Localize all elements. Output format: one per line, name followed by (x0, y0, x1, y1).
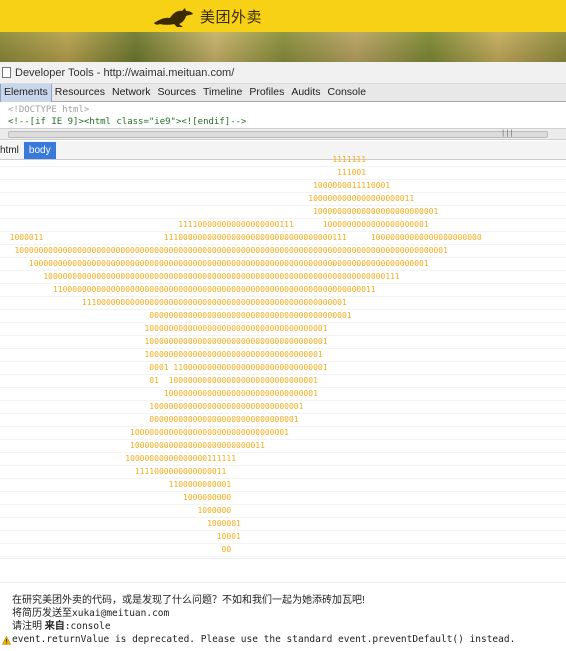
site-header: 美团外卖 (0, 0, 566, 32)
devtools-window-icon (2, 67, 11, 78)
ascii-art-line: 10000000000000000000000000000000000001 (0, 336, 566, 349)
ascii-art-line: 01 1000000000000000000000000000001 (0, 375, 566, 388)
note-suffix: :console (64, 621, 111, 632)
brand-logo[interactable]: 美团外卖 (152, 2, 262, 30)
ascii-art-line: 10000000000000000000000001 (0, 206, 566, 219)
ascii-art-line: 1000000000000000000000000000000000001 (0, 349, 566, 362)
ascii-art-line: 1000000000000000000000000011 (0, 440, 566, 453)
ascii-art-line: 10000000000000000000000000000000000001 (0, 323, 566, 336)
ascii-art-line: 10000000000000000000000000000001 (0, 401, 566, 414)
conditional-comment-line[interactable]: <!--[if IE 9]><html class="ie9"><![endif… (8, 116, 566, 128)
warning-triangle-icon (2, 636, 11, 645)
ascii-art-line: 10001 (0, 531, 566, 544)
ascii-art-line: 1000011 11100000000000000000000000000000… (0, 232, 566, 245)
ascii-art-line: 1100000000001 (0, 479, 566, 492)
ascii-art-line: 1111111 (0, 154, 566, 167)
tab-profiles[interactable]: Profiles (246, 84, 288, 102)
devtools-tab-bar: Elements Resources Network Sources Timeline P… (0, 84, 566, 102)
ascii-art-line: 1110000000000000000000000000000000000000… (0, 297, 566, 310)
scrollbar-grip-icon: ||| (501, 129, 514, 137)
console-separator (0, 558, 566, 559)
ascii-art-line: 111100000000000000000111 100000000000000… (0, 219, 566, 232)
console-warning: event.returnValue is deprecated. Please … (12, 634, 516, 645)
site-banner-image (0, 32, 566, 62)
tab-elements[interactable]: Elements (0, 84, 52, 102)
ascii-art-line: 1000000000000000000000000000000000000000… (0, 258, 566, 271)
note-bold: 来自 (44, 621, 65, 632)
ascii-art-line: 1000001 (0, 518, 566, 531)
devtools-titlebar: Developer Tools - http://waimai.meituan.… (0, 62, 566, 84)
ascii-art-line: 0001 11000000000000000000000000000001 (0, 362, 566, 375)
console-output: 1111111 111001 1000000011110001 10000000… (0, 156, 566, 651)
console-message-recruit: 在研究美团外卖的代码，或是发现了什么问题？不如和我们一起为她添砖加瓦吧! (12, 595, 365, 606)
brand-name: 美团外卖 (200, 7, 263, 26)
tab-network[interactable]: Network (109, 84, 155, 102)
ascii-art-line: 1000000 (0, 505, 566, 518)
ascii-art-line: 111001 (0, 167, 566, 180)
ascii-art-line: 1000000000000000000000000000000000000000… (0, 271, 566, 284)
tab-audits[interactable]: Audits (288, 84, 324, 102)
ascii-art-line: 1000000000000000000011 (0, 193, 566, 206)
tab-resources[interactable]: Resources (52, 84, 109, 102)
note-prefix: 请注明 (12, 621, 42, 632)
ascii-art-line: 1000000000000000000000000000000000000000… (0, 245, 566, 258)
console-separator (0, 582, 566, 583)
tab-console[interactable]: Console (325, 84, 371, 102)
tab-timeline[interactable]: Timeline (200, 84, 246, 102)
doctype-line[interactable]: <!DOCTYPE html> (8, 104, 566, 116)
ascii-art-line: 0000000000000000000000000000000000000000… (0, 310, 566, 323)
ascii-art-line: 00 (0, 544, 566, 557)
tab-sources[interactable]: Sources (155, 84, 201, 102)
ascii-art-line: 1000000011110001 (0, 180, 566, 193)
kangaroo-icon (154, 8, 193, 27)
devtools-window-title: Developer Tools - http://waimai.meituan.… (15, 66, 235, 79)
elements-source-panel: <!DOCTYPE html> <!--[if IE 9]><html clas… (0, 102, 566, 128)
scrollbar-thumb[interactable] (8, 131, 548, 138)
ascii-art-line: 0000000000000000000000000000001 (0, 414, 566, 427)
console-message-email: 将简历发送至xukai@meituan.com (12, 608, 169, 620)
ascii-art-line: 1111000000000000011 (0, 466, 566, 479)
ascii-art-line: 1100000000000000000000000000000000000000… (0, 284, 566, 297)
email-prefix: 将简历发送至 (12, 608, 72, 619)
horizontal-scrollbar[interactable]: ||| (0, 128, 566, 140)
ascii-art-line: 10000000000000000000000000000001 (0, 388, 566, 401)
ascii-art-line: 10000000000000000111111 (0, 453, 566, 466)
console-message-note: 请注明 来自:console (12, 621, 111, 633)
ascii-art-line: 1000000000 (0, 492, 566, 505)
ascii-art-line: 100000000000000000000000000000001 (0, 427, 566, 440)
email-address[interactable]: xukai@meituan.com (72, 608, 169, 619)
